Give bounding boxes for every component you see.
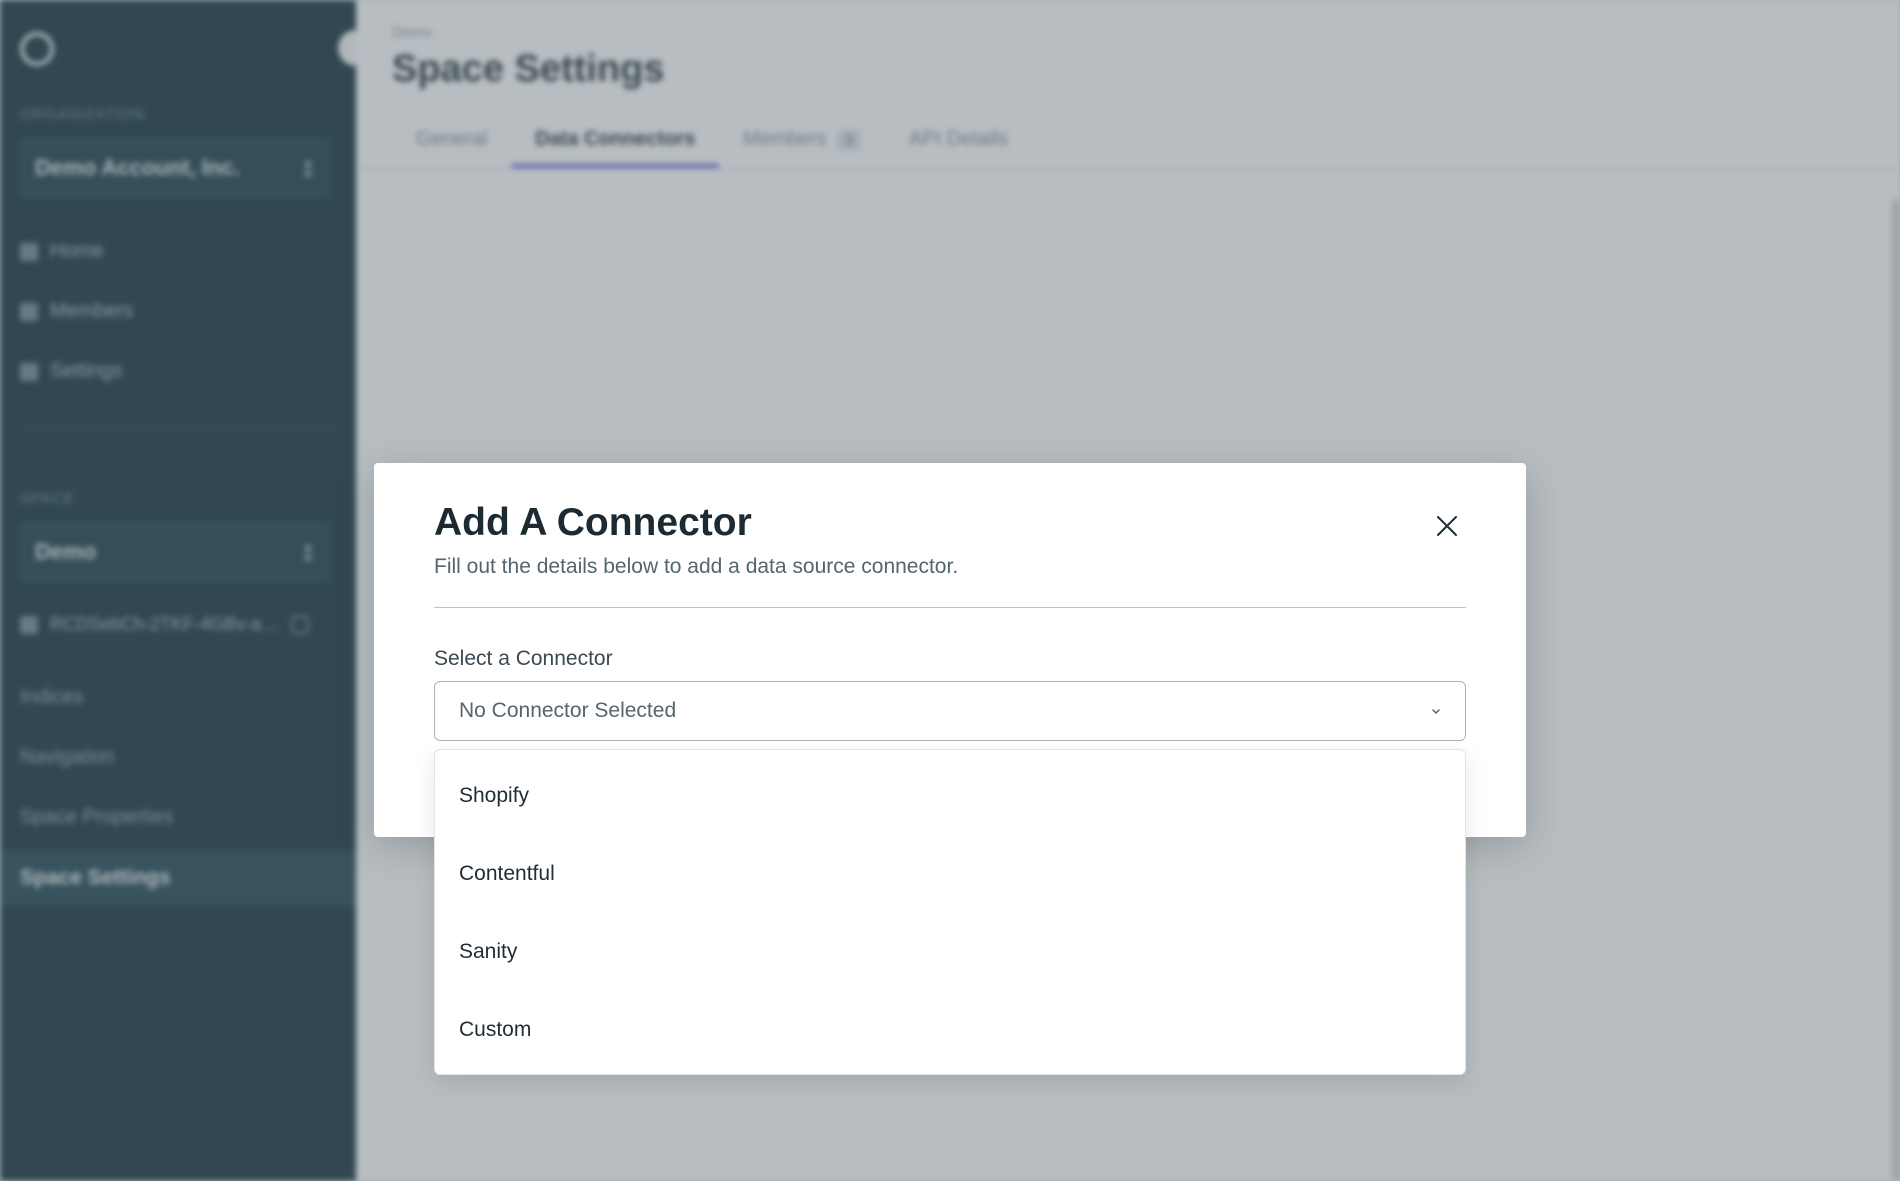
connector-select-value: No Connector Selected xyxy=(459,699,677,722)
modal-subtitle: Fill out the details below to add a data… xyxy=(434,555,959,578)
option-contentful[interactable]: Contentful xyxy=(435,835,1465,913)
modal-title: Add A Connector xyxy=(434,501,752,544)
option-custom[interactable]: Custom xyxy=(435,991,1465,1069)
connector-select[interactable]: No Connector Selected xyxy=(434,681,1466,741)
close-button[interactable] xyxy=(1430,509,1464,543)
connector-dropdown-list: Shopify Contentful Sanity Custom xyxy=(434,749,1466,1075)
connector-field-label: Select a Connector xyxy=(434,647,613,670)
option-shopify[interactable]: Shopify xyxy=(435,757,1465,835)
close-icon xyxy=(1437,516,1457,536)
chevron-down-icon xyxy=(1432,709,1440,715)
option-sanity[interactable]: Sanity xyxy=(435,913,1465,991)
modal-divider xyxy=(434,607,1466,608)
